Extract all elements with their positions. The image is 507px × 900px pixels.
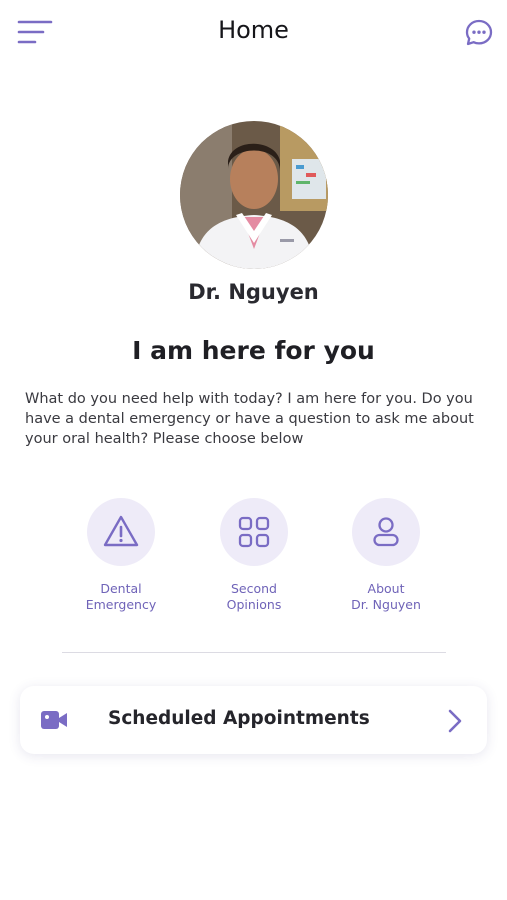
- person-icon: [373, 517, 399, 547]
- help-description: What do you need help with today? I am h…: [25, 391, 474, 447]
- doctor-name: Dr. Nguyen: [188, 280, 319, 304]
- divider: [62, 652, 446, 653]
- option-label: Opinions: [226, 597, 282, 612]
- about-doctor-button[interactable]: About Dr. Nguyen: [331, 498, 441, 613]
- option-label: Second: [230, 581, 277, 596]
- video-camera-icon: [40, 708, 68, 732]
- option-circle: [220, 498, 288, 566]
- dental-emergency-button[interactable]: Dental Emergency: [66, 498, 176, 613]
- option-circle: [87, 498, 155, 566]
- page-title: Home: [218, 16, 289, 44]
- option-label: Dental: [100, 581, 142, 596]
- second-opinions-button[interactable]: Second Opinions: [199, 498, 309, 613]
- grid-icon: [238, 516, 270, 548]
- option-label: Emergency: [85, 597, 157, 612]
- option-circle: [352, 498, 420, 566]
- option-label: About: [367, 581, 405, 596]
- chevron-right-icon: [447, 708, 463, 734]
- chat-bubble-icon[interactable]: [464, 18, 494, 48]
- help-options: Dental Emergency Second Opinions About D…: [0, 498, 507, 623]
- scheduled-appointments-button[interactable]: Scheduled Appointments: [20, 686, 487, 754]
- warning-triangle-icon: [103, 515, 139, 547]
- scheduled-appointments-label: Scheduled Appointments: [108, 708, 370, 729]
- headline: I am here for you: [132, 336, 375, 365]
- option-label: Dr. Nguyen: [351, 597, 421, 612]
- header-bar: Home: [0, 0, 507, 66]
- doctor-photo: [180, 121, 328, 269]
